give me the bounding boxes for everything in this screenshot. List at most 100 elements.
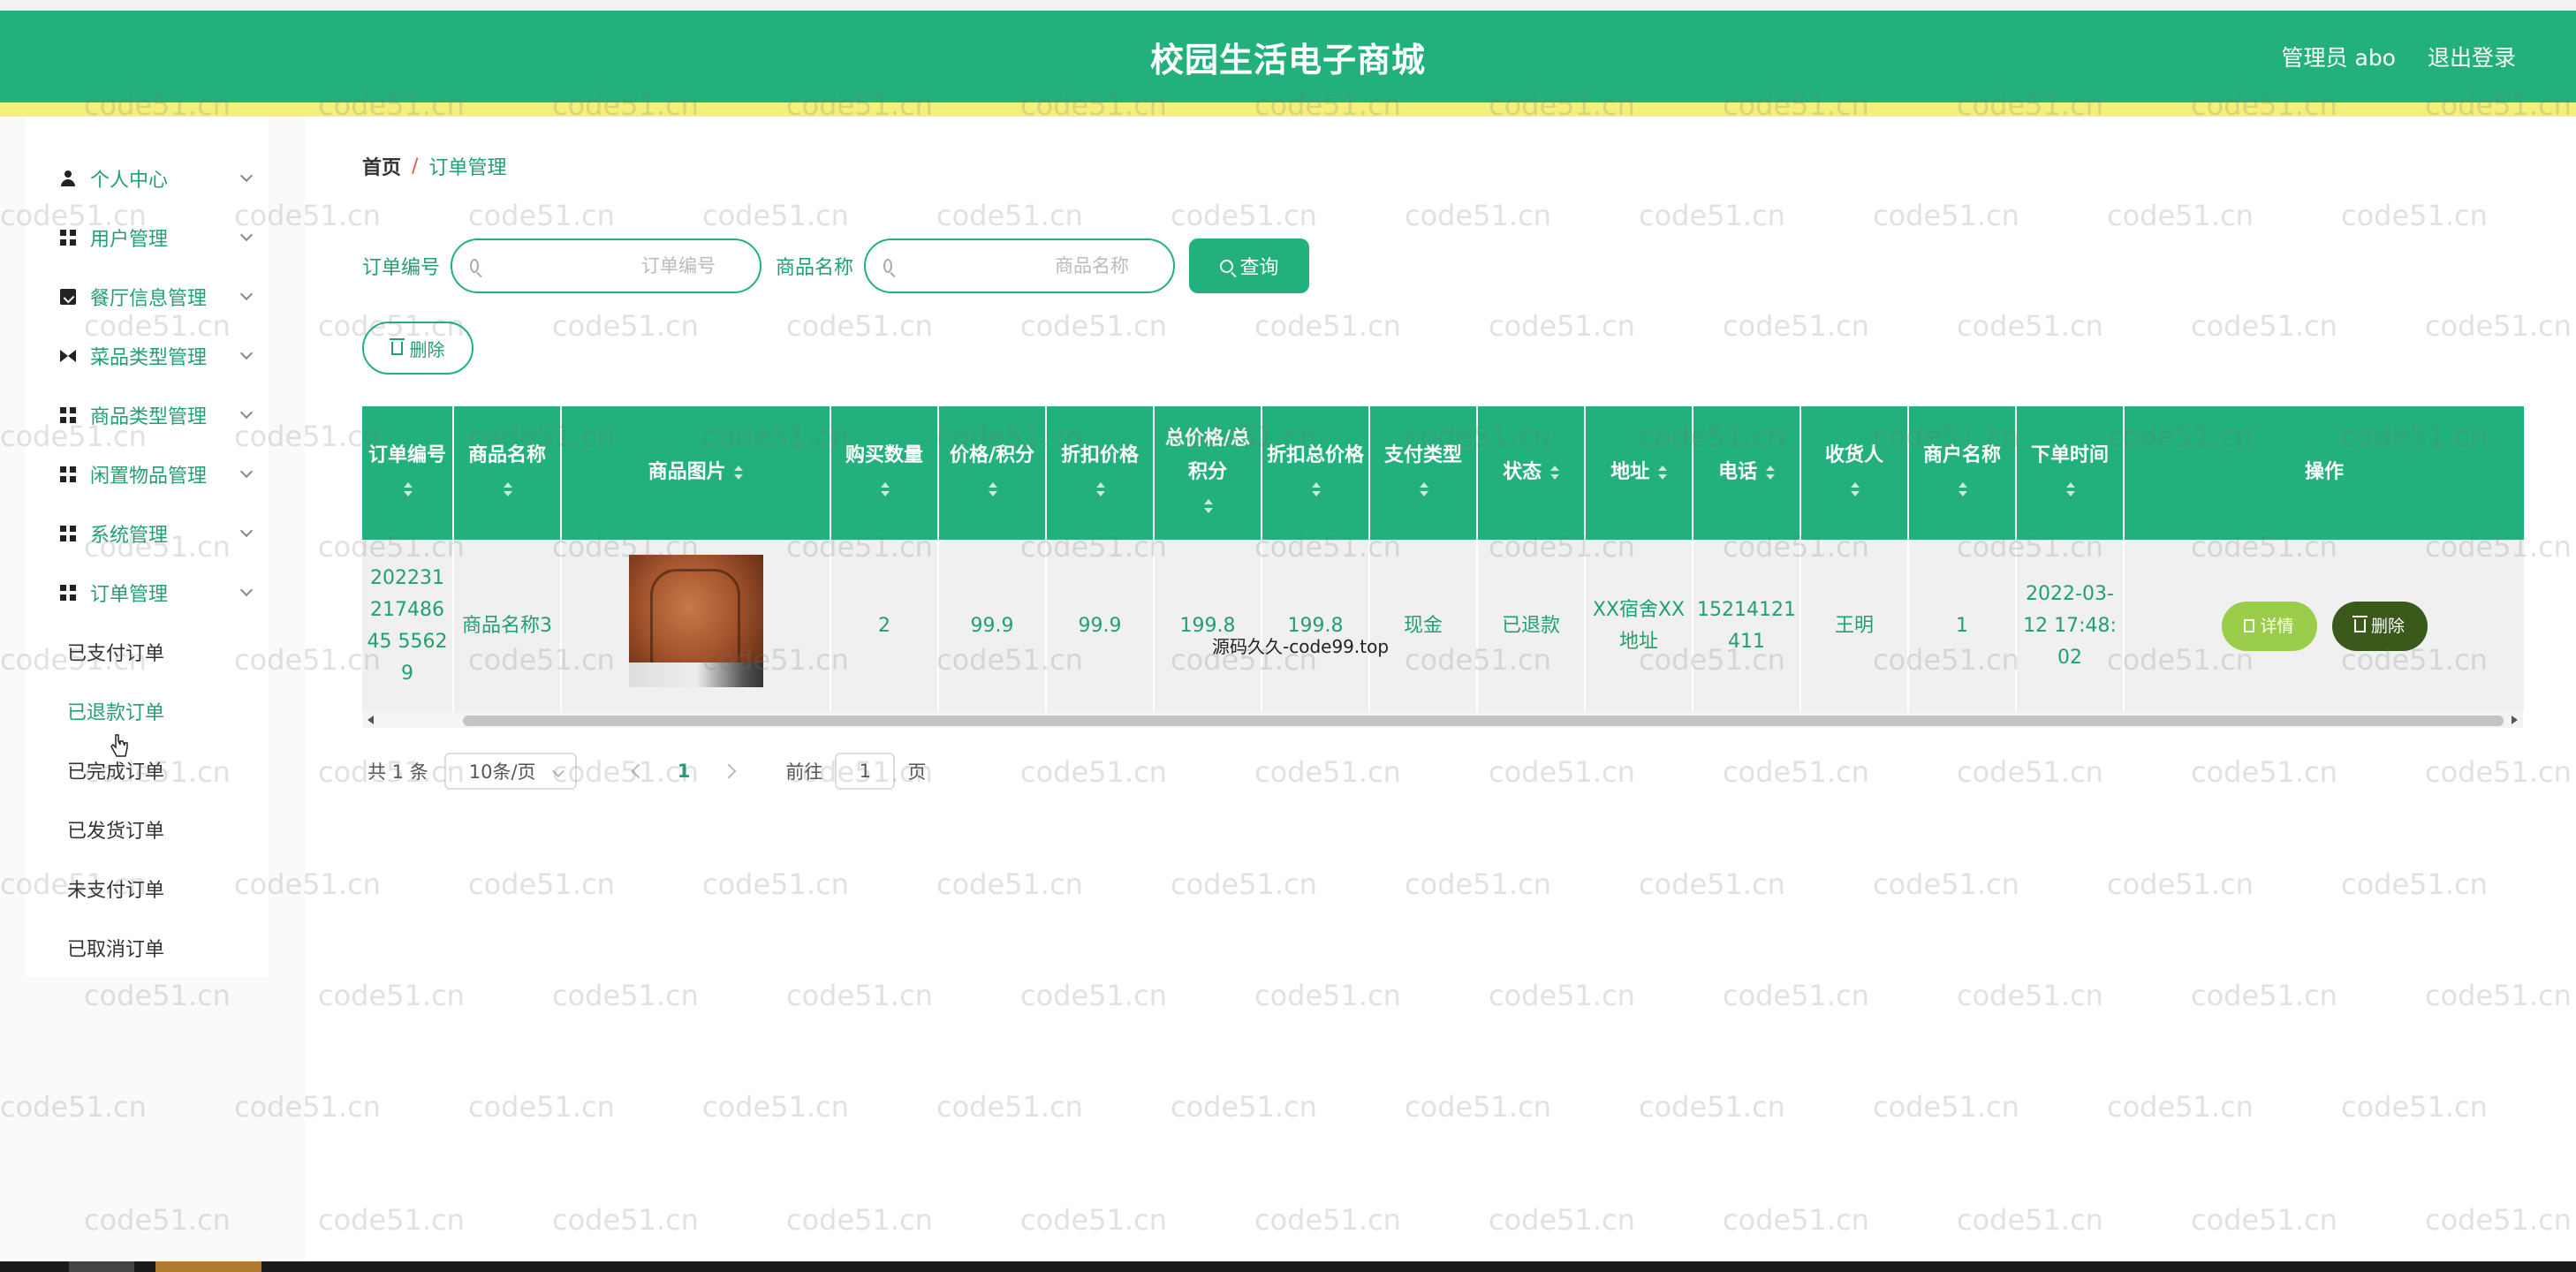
watermark-text: code51.cn: [786, 1203, 933, 1237]
product-name-input[interactable]: [892, 255, 1156, 276]
sort-icon[interactable]: [1202, 498, 1213, 513]
col-product-image[interactable]: 商品图片: [561, 406, 831, 539]
order-no-input[interactable]: [479, 255, 743, 276]
chevron-down-icon: [239, 287, 254, 301]
col-receiver[interactable]: 收货人: [1800, 406, 1909, 539]
watermark-text: code51.cn: [1639, 1090, 1785, 1124]
pager-current-page[interactable]: 1: [678, 761, 691, 782]
watermark-text: code51.cn: [1723, 1203, 1869, 1237]
header-right: 管理员 abo 退出登录: [2282, 11, 2516, 102]
submenu-cancelled-orders[interactable]: 已取消订单: [25, 918, 269, 977]
watermark-text: code51.cn: [1405, 199, 1551, 232]
submenu-paid-orders[interactable]: 已支付订单: [25, 622, 269, 681]
sidebar-item-order-management[interactable]: 订单管理: [25, 563, 269, 622]
logout-link[interactable]: 退出登录: [2428, 41, 2516, 72]
sort-icon[interactable]: [1418, 481, 1428, 496]
sidebar-item-dish-type-management[interactable]: 菜品类型管理: [25, 326, 269, 385]
sort-icon[interactable]: [1957, 481, 1967, 496]
center-watermark: 源码久久-code99.top: [1212, 636, 1390, 657]
col-total[interactable]: 总价格/总积分: [1154, 406, 1262, 539]
watermark-text: code51.cn: [2341, 1090, 2488, 1124]
watermark-text: code51.cn: [1873, 867, 2019, 901]
col-status[interactable]: 状态: [1477, 406, 1586, 539]
cell-merchant: 1: [1908, 538, 2017, 712]
submenu-completed-orders[interactable]: 已完成订单: [25, 740, 269, 799]
sidebar-item-system-management[interactable]: 系统管理: [25, 504, 269, 563]
table-horizontal-scrollbar[interactable]: [362, 712, 2523, 728]
sort-icon[interactable]: [502, 481, 512, 496]
sort-icon[interactable]: [879, 481, 890, 496]
sidebar-item-label: 订单管理: [90, 583, 169, 606]
col-quantity[interactable]: 购买数量: [830, 406, 939, 539]
scroll-right-arrow-icon[interactable]: [2512, 716, 2518, 724]
sort-icon[interactable]: [2065, 481, 2075, 496]
sort-icon[interactable]: [1656, 465, 1667, 480]
next-page-icon[interactable]: [721, 763, 737, 779]
query-button[interactable]: 查询: [1189, 238, 1310, 293]
detail-button[interactable]: 详情: [2221, 601, 2317, 651]
col-price[interactable]: 价格/积分: [938, 406, 1047, 539]
col-order-time[interactable]: 下单时间: [2016, 406, 2125, 539]
submenu-unpaid-orders[interactable]: 未支付订单: [25, 859, 269, 918]
col-phone[interactable]: 电话: [1693, 406, 1801, 539]
sidebar-item-label: 个人中心: [90, 169, 169, 192]
sort-icon[interactable]: [987, 481, 997, 496]
breadcrumb-home[interactable]: 首页: [362, 152, 401, 180]
col-merchant[interactable]: 商户名称: [1908, 406, 2017, 539]
col-discount-price[interactable]: 折扣价格: [1046, 406, 1155, 539]
watermark-text: code51.cn: [1020, 309, 1167, 343]
scrollbar-thumb[interactable]: [463, 716, 2504, 726]
sort-icon[interactable]: [1310, 481, 1321, 496]
column-header-label: 购买数量: [845, 443, 923, 466]
row-delete-button[interactable]: 删除: [2331, 601, 2428, 651]
sort-icon[interactable]: [1764, 465, 1775, 480]
sort-icon[interactable]: [1549, 465, 1559, 480]
mouse-cursor-icon: [110, 734, 128, 757]
column-header-label: 操作: [2304, 460, 2344, 483]
product-image-leather-bag[interactable]: [628, 554, 763, 687]
cell-order-no: 20223121748645 55629: [362, 538, 454, 712]
sort-icon[interactable]: [1849, 481, 1860, 496]
sidebar-item-label: 商品类型管理: [90, 405, 208, 428]
submenu-refunded-orders[interactable]: 已退款订单: [25, 681, 269, 740]
taskbar-tab: [69, 1261, 134, 1272]
sidebar-item-personal-center[interactable]: 个人中心: [25, 148, 269, 208]
submenu-shipped-orders[interactable]: 已发货订单: [25, 799, 269, 859]
scroll-left-arrow-icon[interactable]: [367, 716, 374, 724]
col-actions: 操作: [2124, 406, 2526, 539]
search-bar: 订单编号 商品名称 查询: [362, 238, 1310, 293]
col-product-name[interactable]: 商品名称: [453, 406, 562, 539]
table-row: 20223121748645 55629 商品名称3 2 99.9 99.9 1…: [362, 538, 2526, 712]
current-user: 管理员 abo: [2281, 45, 2396, 71]
sort-icon[interactable]: [1095, 481, 1105, 496]
watermark-text: code51.cn: [468, 1090, 615, 1124]
col-discount-total[interactable]: 折扣总价格: [1261, 406, 1370, 539]
grid-icon: [60, 466, 76, 482]
page-size-select[interactable]: 10条/页: [443, 753, 577, 790]
app-header: 校园生活电子商城 管理员 abo 退出登录: [0, 11, 2576, 102]
prev-page-icon[interactable]: [631, 763, 647, 779]
watermark-text: code51.cn: [318, 979, 465, 1012]
watermark-text: code51.cn: [1489, 979, 1635, 1012]
sidebar-item-restaurant-management[interactable]: 餐厅信息管理: [25, 267, 269, 326]
grid-icon: [60, 584, 76, 601]
sidebar-item-product-type-management[interactable]: 商品类型管理: [25, 385, 269, 444]
sidebar-item-idle-items-management[interactable]: 闲置物品管理: [25, 444, 269, 504]
window-top-strip: [0, 0, 2576, 11]
col-pay-type[interactable]: 支付类型: [1369, 406, 1478, 539]
sort-icon[interactable]: [732, 465, 744, 480]
cell-pay-type: 现金: [1369, 538, 1478, 712]
col-address[interactable]: 地址: [1585, 406, 1693, 539]
grid-icon: [60, 406, 76, 423]
sidebar: 个人中心 用户管理 餐厅信息管理 菜品类型管理 商品类型管理 闲置物品管理 系统…: [0, 117, 305, 1261]
batch-delete-button[interactable]: 删除: [362, 322, 474, 375]
column-header-label: 支付类型: [1383, 443, 1462, 466]
pager-goto-input[interactable]: 1: [835, 753, 896, 790]
cell-discount-total: 199.8: [1261, 538, 1370, 712]
col-order-no[interactable]: 订单编号: [362, 406, 454, 539]
column-header-label: 价格/积分: [949, 443, 1035, 466]
sidebar-item-user-management[interactable]: 用户管理: [25, 208, 269, 267]
watermark-text: code51.cn: [1405, 867, 1551, 901]
sort-icon[interactable]: [402, 481, 413, 496]
cell-quantity: 2: [830, 538, 939, 712]
